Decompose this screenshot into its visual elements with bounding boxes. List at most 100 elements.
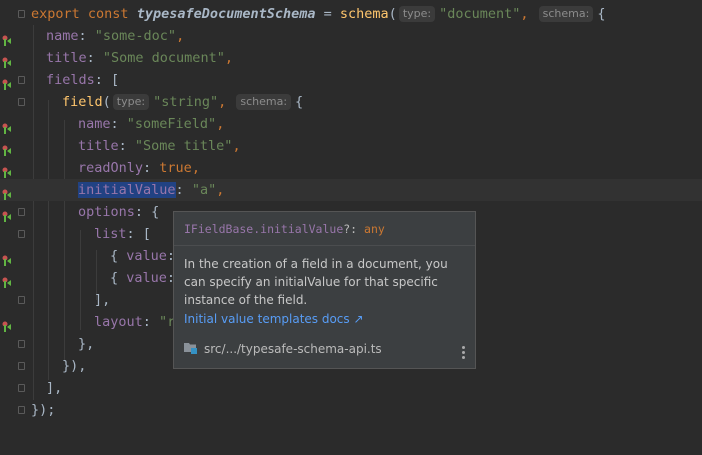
code-text: { value: (110, 267, 175, 289)
fold-marker-icon[interactable] (18, 98, 25, 106)
signature-name: IFieldBase.initialValue (184, 222, 344, 236)
code-text: name: "some-doc", (46, 25, 184, 47)
code-token: "someField" (126, 116, 217, 132)
code-text: list: [ (94, 223, 151, 245)
code-token: readOnly (78, 160, 144, 176)
code-line[interactable]: ], (0, 377, 702, 399)
code-text: layout: "r (94, 311, 175, 333)
code-token: : { (134, 204, 160, 220)
code-token: { (295, 94, 304, 110)
code-token: typesafeDocumentSchema (136, 6, 316, 22)
implements-marker-icon[interactable] (2, 317, 11, 332)
implements-marker-icon[interactable] (2, 119, 11, 134)
code-line[interactable]: fields: [ (0, 69, 702, 91)
signature-separator: ?: (343, 222, 365, 236)
code-text: }); (31, 399, 55, 421)
code-token: list (94, 226, 127, 242)
implements-marker-icon[interactable] (2, 273, 11, 288)
code-token: , (232, 138, 241, 154)
code-line[interactable]: name: "someField", (0, 113, 702, 135)
code-token: }); (31, 402, 56, 418)
implements-marker-icon[interactable] (2, 75, 11, 90)
code-text: ], (94, 289, 110, 311)
code-token: title (78, 138, 119, 154)
code-token: value (126, 248, 167, 264)
code-text: fields: [ (46, 69, 119, 91)
fold-marker-icon[interactable] (18, 296, 25, 304)
code-line[interactable]: }); (0, 399, 702, 421)
code-line[interactable]: title: "Some title", (0, 135, 702, 157)
code-token: : (78, 28, 95, 44)
code-line[interactable]: name: "some-doc", (0, 25, 702, 47)
more-vertical-icon[interactable] (462, 346, 466, 360)
code-token: , (218, 94, 235, 110)
code-token: ], (46, 380, 63, 396)
code-token: : (175, 182, 192, 198)
code-token: : (143, 160, 160, 176)
documentation-popup: IFieldBase.initialValue?: any In the cre… (173, 211, 476, 369)
code-text: ], (46, 377, 62, 399)
code-line[interactable]: initialValue: "a", (0, 179, 702, 201)
code-token: ], (94, 292, 111, 308)
implements-marker-icon[interactable] (2, 163, 11, 178)
code-text: initialValue: "a", (78, 179, 224, 201)
popup-signature: IFieldBase.initialValue?: any (184, 222, 385, 236)
code-token: , (216, 182, 225, 198)
code-line[interactable]: export const typesafeDocumentSchema = sc… (0, 3, 702, 25)
code-token: { (110, 248, 127, 264)
parameter-hint: type: (398, 6, 436, 22)
code-token: options (78, 204, 135, 220)
implements-marker-icon[interactable] (2, 207, 11, 222)
code-token: }, (78, 336, 95, 352)
implements-marker-icon[interactable] (2, 31, 11, 46)
code-token: : [ (126, 226, 151, 242)
code-token: title (46, 50, 87, 66)
code-line[interactable]: readOnly: true, (0, 157, 702, 179)
code-token: layout (94, 314, 143, 330)
fold-marker-icon[interactable] (18, 362, 25, 370)
fold-marker-icon[interactable] (18, 208, 25, 216)
code-token: schema (339, 6, 389, 22)
code-text: { value: (110, 245, 175, 267)
code-token: : (142, 314, 160, 330)
docs-link[interactable]: Initial value templates docs ↗ (184, 312, 364, 326)
fold-marker-icon[interactable] (18, 406, 25, 414)
fold-marker-icon[interactable] (18, 384, 25, 392)
code-text: readOnly: true, (78, 157, 200, 179)
signature-type: any (364, 222, 385, 236)
code-token: , (216, 116, 225, 132)
code-token: name (78, 116, 111, 132)
popup-divider (174, 245, 475, 246)
fold-marker-icon[interactable] (18, 230, 25, 238)
implements-marker-icon[interactable] (2, 251, 11, 266)
code-text: }), (62, 355, 86, 377)
code-line[interactable]: field(type: "string", schema:{ (0, 91, 702, 113)
code-token: export (31, 6, 88, 22)
code-token: const (87, 6, 137, 22)
fold-marker-icon[interactable] (18, 76, 25, 84)
fold-marker-icon[interactable] (18, 340, 25, 348)
code-text: title: "Some document", (46, 47, 233, 69)
code-token: initialValue (78, 182, 176, 198)
code-token: , (224, 50, 233, 66)
code-token: { (110, 270, 127, 286)
code-text: field(type: "string", schema:{ (62, 91, 303, 113)
source-file-link[interactable]: src/.../typesafe-schema-api.ts (184, 339, 382, 359)
code-token: { (597, 6, 606, 22)
parameter-hint: type: (112, 94, 150, 110)
fold-marker-icon[interactable] (18, 10, 25, 18)
code-token: ( (102, 94, 111, 110)
code-text: options: { (78, 201, 159, 223)
code-token: = (315, 6, 340, 22)
code-token: "Some title" (134, 138, 233, 154)
implements-marker-icon[interactable] (2, 141, 11, 156)
implements-marker-icon[interactable] (2, 185, 11, 200)
code-token: name (46, 28, 79, 44)
implements-marker-icon[interactable] (2, 53, 11, 68)
source-file-path: src/.../typesafe-schema-api.ts (204, 342, 382, 356)
code-line[interactable]: title: "Some document", (0, 47, 702, 69)
code-token: field (62, 94, 103, 110)
code-token: "a" (191, 182, 217, 198)
code-text: title: "Some title", (78, 135, 241, 157)
code-token: "string" (153, 94, 219, 110)
